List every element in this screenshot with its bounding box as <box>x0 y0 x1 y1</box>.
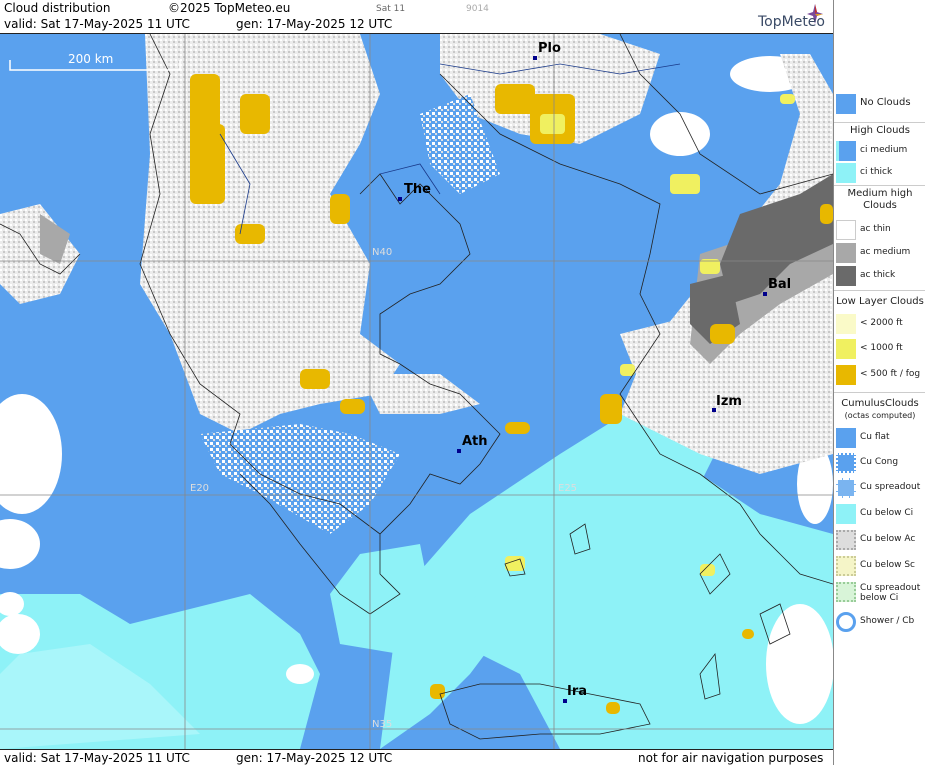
city-label-the[interactable]: The <box>404 182 431 197</box>
cloud-legend: No Clouds High Clouds ci medium ci thick… <box>833 0 925 765</box>
grid-label-n40: N40 <box>372 247 393 258</box>
legend-medium-clouds: Medium high Clouds ac thin ac medium ac … <box>834 186 925 291</box>
legend-shower-cb: Shower / Cb <box>836 612 924 632</box>
legend-high-clouds: High Clouds ci medium ci thick <box>834 122 925 186</box>
footer-valid-time: valid: Sat 17-May-2025 11 UTC <box>4 751 190 765</box>
navigation-disclaimer: not for air navigation purposes <box>638 751 824 765</box>
copyright-text: ©2025 TopMeteo.eu <box>168 1 291 15</box>
legend-ac-thin: ac thin <box>836 220 924 240</box>
city-marker-the <box>398 197 402 201</box>
legend-cu-spreadout: Cu spreadout <box>836 478 924 498</box>
sat-label: Sat 11 <box>376 4 406 14</box>
grid-label-e25: E25 <box>558 483 578 494</box>
legend-section-title: High Clouds <box>850 125 910 136</box>
city-marker-bal <box>763 292 767 296</box>
legend-low-clouds: Low Layer Clouds < 2000 ft < 1000 ft < 5… <box>834 294 925 393</box>
legend-cu-below-ci: Cu below Ci <box>836 504 924 524</box>
legend-cu-spreadout-below-ci: Cu spreadout below Ci <box>836 582 924 608</box>
legend-ac-thick: ac thick <box>836 266 924 286</box>
legend-section-title: Low Layer Clouds <box>836 296 924 307</box>
legend-cu-flat: Cu flat <box>836 428 924 448</box>
city-label-bal[interactable]: Bal <box>768 277 791 292</box>
cloud-map[interactable]: 200 km N40 N35 E20 E25 Plo The Bal Izm A… <box>0 34 833 749</box>
legend-low-fog: < 500 ft / fog <box>836 365 924 385</box>
map-title: Cloud distribution <box>4 1 111 15</box>
grid-label-n35: N35 <box>372 719 393 730</box>
generated-time: gen: 17-May-2025 12 UTC <box>236 17 393 31</box>
legend-cumulus: CumulusClouds (octas computed) Cu flat C… <box>834 396 925 636</box>
city-marker-ath <box>457 449 461 453</box>
legend-swatch <box>836 94 856 114</box>
topmeteo-logo[interactable]: TopMeteo <box>733 4 825 30</box>
city-label-ath[interactable]: Ath <box>462 434 488 449</box>
legend-ci-medium: ci medium <box>836 141 924 161</box>
grid-label-e20: E20 <box>190 483 210 494</box>
footer-generated-time: gen: 17-May-2025 12 UTC <box>236 751 393 765</box>
legend-section-title: CumulusClouds <box>841 398 919 409</box>
city-label-izm[interactable]: Izm <box>716 394 742 409</box>
valid-time: valid: Sat 17-May-2025 11 UTC <box>4 17 190 31</box>
legend-ac-medium: ac medium <box>836 243 924 263</box>
legend-ci-thick: ci thick <box>836 163 924 183</box>
legend-cu-below-ac: Cu below Ac <box>836 530 924 550</box>
brand-name: TopMeteo <box>758 14 825 30</box>
city-marker-ira <box>563 699 567 703</box>
legend-section-subtitle: (octas computed) <box>844 411 916 420</box>
legend-cu-below-sc: Cu below Sc <box>836 556 924 576</box>
city-label-plo[interactable]: Plo <box>538 41 561 56</box>
map-footer: valid: Sat 17-May-2025 11 UTC gen: 17-Ma… <box>0 749 833 766</box>
legend-low-2000: < 2000 ft <box>836 314 924 334</box>
legend-section-title: Medium high Clouds <box>847 188 913 211</box>
map-code: 9014 <box>466 4 489 14</box>
city-marker-plo <box>533 56 537 60</box>
city-label-ira[interactable]: Ira <box>567 684 587 699</box>
legend-low-1000: < 1000 ft <box>836 339 924 359</box>
legend-no-clouds: No Clouds <box>836 94 924 114</box>
map-header: Cloud distribution ©2025 TopMeteo.eu Sat… <box>0 0 833 34</box>
scale-label: 200 km <box>68 52 114 66</box>
map-canvas <box>0 34 833 749</box>
legend-cu-cong: Cu Cong <box>836 453 924 473</box>
